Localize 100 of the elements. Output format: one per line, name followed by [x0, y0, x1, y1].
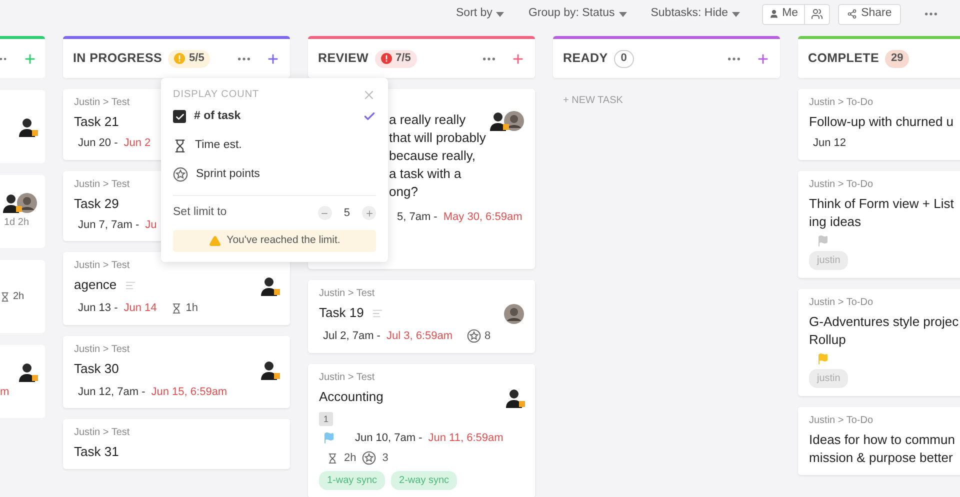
time-estimate: 1h	[186, 301, 198, 316]
avatar	[504, 111, 524, 131]
due-date: Jul 3, 6:59am	[386, 329, 453, 344]
task-card[interactable]: Justin > Test Task 30 Jun 12, 7am - Jun 15, 6:59am	[63, 336, 290, 408]
subtasks-dropdown[interactable]: Subtasks: Hide	[650, 5, 740, 23]
breadcrumb: Justin > Test	[74, 344, 131, 356]
breadcrumb: Justin > Test	[319, 372, 376, 384]
avatar	[1, 193, 21, 213]
count-badge: 29	[885, 50, 910, 68]
column-title: COMPLETE	[808, 50, 880, 68]
due-date: Jun 14	[124, 301, 157, 316]
breadcrumb: Justin > Test	[74, 178, 131, 190]
increase-button[interactable]	[362, 206, 376, 220]
subtask-count: 1	[319, 412, 333, 426]
column-title: IN PROGRESS	[73, 50, 162, 68]
time-estimate: 2h	[13, 290, 24, 304]
due-date: Jun 11, 6:59am	[428, 430, 504, 446]
task-card[interactable]: Justin > To-Do Follow-up with churned u Jun 12	[798, 89, 960, 160]
hourglass-icon	[327, 452, 338, 464]
due-date: Jun 15, 6:59am	[151, 384, 228, 400]
start-date: Jun 12	[813, 136, 846, 151]
caret-icon	[732, 12, 740, 16]
task-card[interactable]: 1d 2h	[0, 175, 45, 248]
due-date: Ju	[145, 218, 157, 232]
task-title: Task 21	[74, 113, 119, 131]
share-button[interactable]: Share	[838, 4, 901, 24]
limit-label: Set limit to	[173, 205, 227, 220]
task-card[interactable]: m	[0, 345, 45, 418]
due-date: Jun 2	[124, 136, 151, 151]
warning-icon	[208, 235, 221, 247]
task-title: Follow-up with churned u	[809, 113, 954, 131]
task-title: Task 31	[74, 443, 119, 461]
task-card[interactable]: Justin > To-Do G-Adventures style projec Rollup justin	[798, 288, 960, 396]
task-title: Task 19	[319, 304, 364, 322]
task-card[interactable]	[0, 90, 45, 163]
breadcrumb: Justin > To-Do	[809, 97, 874, 109]
breadcrumb: Justin > To-Do	[809, 178, 874, 190]
breadcrumb: Justin > To-Do	[809, 296, 874, 308]
start-date: Jun 13 -	[78, 301, 118, 316]
task-title: agence	[74, 276, 117, 294]
task-title: a really really that will probably because really, a task with a ong?	[389, 111, 486, 201]
count-badge: 7/5	[374, 50, 417, 68]
star-icon	[466, 329, 481, 344]
avatar	[259, 276, 279, 296]
alert-icon	[380, 53, 392, 64]
share-icon	[847, 9, 858, 19]
task-title: Think of Form view + List ing ideas	[809, 194, 954, 230]
limit-value: 5	[344, 206, 350, 221]
task-title: Accounting	[319, 388, 384, 406]
avatar	[259, 360, 279, 380]
task-title: Task 29	[74, 194, 119, 212]
avatar	[504, 304, 524, 324]
task-card[interactable]: Justin > To-Do Ideas for how to commun mission & purpose better	[798, 406, 960, 474]
checkbox[interactable]	[173, 110, 186, 123]
sprint-points: 8	[484, 329, 491, 344]
add-icon[interactable]	[756, 52, 770, 66]
due-date: May 30, 6:59am	[443, 210, 522, 225]
time-estimate: 2h	[344, 451, 356, 466]
avatar	[17, 362, 37, 382]
hourglass-icon	[170, 302, 182, 314]
start-date: Jun 10, 7am -	[355, 430, 422, 446]
task-card[interactable]: 2h	[0, 260, 45, 333]
task-card[interactable]: Justin > Test Task 19 Jul 2, 7am - Jul 3, 6:59am 8	[308, 280, 535, 352]
sprint-points: 3	[382, 451, 388, 466]
caret-icon	[496, 12, 504, 16]
task-title: G-Adventures style projec Rollup	[809, 312, 959, 348]
limit-warning: You've reached the limit.	[173, 230, 376, 252]
decrease-button[interactable]	[318, 206, 332, 220]
people-icon[interactable]	[811, 8, 824, 20]
warning-icon	[174, 53, 186, 64]
avatar	[504, 388, 524, 408]
group-dropdown[interactable]: Group by: Status	[528, 5, 627, 23]
person-icon	[769, 9, 780, 19]
avatar	[17, 116, 37, 136]
add-icon[interactable]	[266, 52, 280, 66]
task-title: Ideas for how to commun mission & purpose better	[809, 430, 955, 466]
count-badge: 5/5	[168, 50, 210, 68]
add-icon[interactable]	[511, 52, 525, 66]
task-card[interactable]: Justin > To-Do Think of Form view + List ing ideas justin	[798, 170, 960, 278]
column-title: READY	[563, 50, 608, 68]
caret-icon	[618, 12, 627, 16]
due-date: m	[0, 385, 10, 400]
hourglass-icon	[173, 138, 187, 152]
breadcrumb: Justin > To-Do	[809, 414, 874, 426]
task-title: Task 30	[74, 360, 119, 378]
breadcrumb: Justin > Test	[74, 260, 131, 272]
start-date: 5, 7am -	[397, 210, 438, 225]
star-icon	[173, 167, 188, 182]
avatar	[488, 111, 508, 131]
sort-dropdown[interactable]: Sort by	[456, 5, 504, 23]
breadcrumb: Justin > Test	[74, 427, 131, 439]
column-title: REVIEW	[318, 50, 369, 68]
start-date: Jun 20 -	[78, 136, 118, 151]
task-card[interactable]: Justin > Test Task 31	[63, 419, 290, 469]
star-icon	[362, 451, 376, 466]
popover-title: DISPLAY COUNT	[173, 88, 260, 102]
time-tracked: 1d 2h	[3, 216, 30, 230]
task-card[interactable]: Justin > Test agence Jun 13 - Jun 14 1h	[63, 252, 290, 324]
plus-icon	[364, 208, 374, 218]
hourglass-icon	[0, 292, 10, 302]
